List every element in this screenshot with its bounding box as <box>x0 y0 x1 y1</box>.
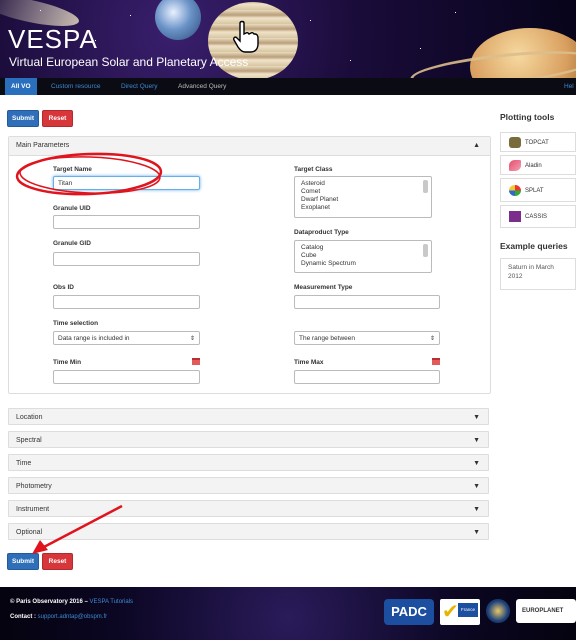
list-item[interactable]: Cube <box>301 252 425 260</box>
aladin-icon <box>509 160 521 171</box>
highlight-ellipse-annotation <box>15 152 163 196</box>
tutorials-link[interactable]: VESPA Tutorials <box>89 599 133 605</box>
vespa-banner: VESPA Virtual European Solar and Planeta… <box>0 0 576 78</box>
reset-button-top[interactable]: Reset <box>42 110 73 127</box>
time-max-input[interactable] <box>294 370 440 384</box>
topcat-icon <box>509 137 521 148</box>
plotting-tools-title: Plotting tools <box>500 112 555 122</box>
list-item[interactable]: Dwarf Planet <box>301 196 425 204</box>
measurement-type-input[interactable] <box>294 295 440 309</box>
collapse-caret-icon[interactable]: ▲ <box>473 142 480 149</box>
granule-uid-input[interactable] <box>53 215 200 229</box>
section-location[interactable]: Location ▼ <box>8 408 489 425</box>
footer-contact: Contact : support.adntap@obspm.fr <box>10 614 107 620</box>
top-nav: All VO Custom resource Direct Query Adva… <box>0 78 576 95</box>
cassis-icon <box>509 211 521 222</box>
tool-label: TOPCAT <box>525 140 549 146</box>
dataproduct-type-listbox[interactable]: Catalog Cube Dynamic Spectrum <box>294 240 432 273</box>
time-range-value: The range between <box>299 335 356 342</box>
site-subtitle: Virtual European Solar and Planetary Acc… <box>9 55 249 69</box>
section-label: Spectral <box>16 437 42 444</box>
chevron-down-icon: ▼ <box>473 460 480 467</box>
target-class-label: Target Class <box>294 166 333 173</box>
granule-gid-label: Granule GID <box>53 240 91 247</box>
tab-advanced-query[interactable]: Advanced Query <box>178 78 226 95</box>
copyright-text: © Paris Observatory 2016 – <box>10 599 90 605</box>
dataproduct-type-label: Dataproduct Type <box>294 229 349 236</box>
time-min-label: Time Min <box>53 359 82 366</box>
chevron-down-icon: ▼ <box>473 529 480 536</box>
section-spectral[interactable]: Spectral ▼ <box>8 431 489 448</box>
france-label: France <box>458 603 478 617</box>
target-class-listbox[interactable]: Asteroid Comet Dwarf Planet Exoplanet <box>294 176 432 218</box>
list-item[interactable]: Dynamic Spectrum <box>301 260 425 268</box>
time-range-select[interactable]: The range between ⇕ <box>294 331 440 345</box>
measurement-type-label: Measurement Type <box>294 284 353 291</box>
padc-logo[interactable]: PADC <box>384 599 434 625</box>
section-label: Location <box>16 414 43 421</box>
example-query-link[interactable]: Saturn in March 2012 <box>508 264 554 280</box>
listbox-scrollbar[interactable] <box>423 180 428 193</box>
time-selection-select[interactable]: Data range is included in ⇕ <box>53 331 200 345</box>
tab-direct-query[interactable]: Direct Query <box>121 78 157 95</box>
france-logo[interactable]: ✔ France <box>440 599 480 625</box>
submit-button-top[interactable]: Submit <box>7 110 39 127</box>
time-selection-label: Time selection <box>53 320 99 327</box>
topcat-button[interactable]: TOPCAT <box>500 132 576 152</box>
footer-copyright: © Paris Observatory 2016 – VESPA Tutoria… <box>10 599 133 605</box>
chevron-down-icon: ▼ <box>473 506 480 513</box>
obs-id-input[interactable] <box>53 295 200 309</box>
contact-email-link[interactable]: support.adntap@obspm.fr <box>38 614 107 620</box>
calendar-icon[interactable] <box>192 358 200 365</box>
site-title: VESPA <box>8 24 98 54</box>
contact-label: Contact : <box>10 614 38 620</box>
site-footer: © Paris Observatory 2016 – VESPA Tutoria… <box>0 587 576 640</box>
help-link[interactable]: Hel <box>564 78 574 95</box>
obs-id-label: Obs ID <box>53 284 74 291</box>
tool-label: SPLAT <box>525 188 544 194</box>
cassis-button[interactable]: CASSIS <box>500 205 576 228</box>
time-min-input[interactable] <box>53 370 200 384</box>
tab-all-vo[interactable]: All VO <box>5 78 37 95</box>
example-query-card[interactable]: Saturn in March 2012 <box>500 258 576 290</box>
tool-label: CASSIS <box>525 214 548 220</box>
checkmark-icon: ✔ <box>442 601 459 623</box>
earth-image <box>155 0 201 40</box>
list-item[interactable]: Exoplanet <box>301 204 425 212</box>
chevron-down-icon: ▼ <box>473 483 480 490</box>
aladin-button[interactable]: Aladin <box>500 155 576 175</box>
time-selection-value: Data range is included in <box>58 335 130 342</box>
section-photometry[interactable]: Photometry ▼ <box>8 477 489 494</box>
list-item[interactable]: Comet <box>301 188 425 196</box>
splat-button[interactable]: SPLAT <box>500 178 576 202</box>
observatory-seal-logo[interactable] <box>486 599 510 623</box>
europlanet-logo[interactable]: EUROPLANET <box>516 599 576 623</box>
select-arrows-icon: ⇕ <box>429 336 435 342</box>
calendar-icon[interactable] <box>432 358 440 365</box>
granule-gid-input[interactable] <box>53 252 200 266</box>
example-queries-title: Example queries <box>500 241 568 251</box>
section-label: Photometry <box>16 483 52 490</box>
tab-custom-resource[interactable]: Custom resource <box>51 78 101 95</box>
list-item[interactable]: Asteroid <box>301 180 425 188</box>
hand-cursor-icon <box>233 20 259 53</box>
section-label: Time <box>16 460 32 467</box>
red-arrow-annotation <box>32 504 123 554</box>
chevron-down-icon: ▼ <box>473 437 480 444</box>
listbox-scrollbar[interactable] <box>423 244 428 257</box>
select-arrows-icon: ⇕ <box>189 336 195 342</box>
tool-label: Aladin <box>525 163 542 169</box>
list-item[interactable]: Catalog <box>301 244 425 252</box>
splat-icon <box>509 185 521 196</box>
time-max-label: Time Max <box>294 359 324 366</box>
chevron-down-icon: ▼ <box>473 414 480 421</box>
section-time[interactable]: Time ▼ <box>8 454 489 471</box>
